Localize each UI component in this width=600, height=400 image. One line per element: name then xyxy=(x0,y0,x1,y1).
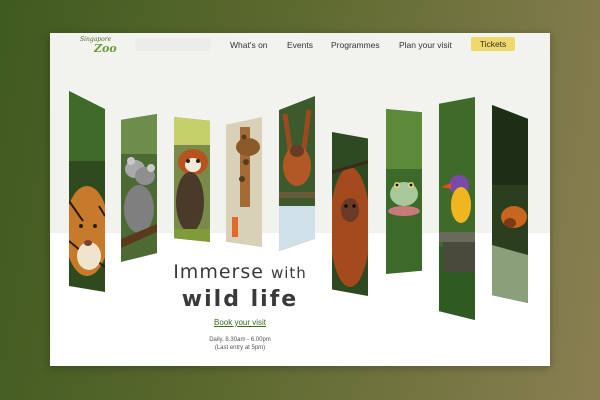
hours-line-1: Daily, 8.30am - 6.00pm xyxy=(209,337,271,343)
nav-events[interactable]: Events xyxy=(287,40,313,54)
opening-hours: Daily, 8.30am - 6.00pm (Last entry at 5p… xyxy=(190,336,290,352)
orangutan-panel xyxy=(332,132,368,296)
koala-panel xyxy=(121,114,157,262)
site-header: Singapore Zoo What's on Events Programme… xyxy=(50,33,550,61)
headline-word-2: with xyxy=(270,264,307,282)
hero-headline: Immerse with xyxy=(170,261,310,283)
tickets-button[interactable]: Tickets xyxy=(471,37,515,51)
orangutan-hanging-panel xyxy=(279,96,315,251)
hero-headline-line2: wild life xyxy=(181,287,299,312)
website-page: Singapore Zoo What's on Events Programme… xyxy=(50,33,550,366)
nav-whats-on[interactable]: What's on xyxy=(230,40,268,54)
zoo-logo[interactable]: Singapore Zoo xyxy=(80,36,120,56)
animal-gallery xyxy=(50,33,550,366)
hours-line-2: (Last entry at 5pm) xyxy=(214,345,266,351)
tamarin-panel xyxy=(492,105,528,303)
headline-word-1: Immerse xyxy=(173,261,264,283)
frog-panel xyxy=(386,109,422,274)
nav-plan-your-visit[interactable]: Plan your visit xyxy=(399,40,452,54)
book-visit-link[interactable]: Book your visit xyxy=(200,318,280,327)
logo-text-bottom: Zoo xyxy=(94,42,117,55)
search-field[interactable] xyxy=(135,38,211,51)
kingfisher-panel xyxy=(439,97,475,320)
giraffe-panel xyxy=(226,117,262,247)
nav-programmes[interactable]: Programmes xyxy=(331,40,380,54)
tiger-panel xyxy=(69,91,105,292)
red-panda-panel xyxy=(174,117,210,242)
